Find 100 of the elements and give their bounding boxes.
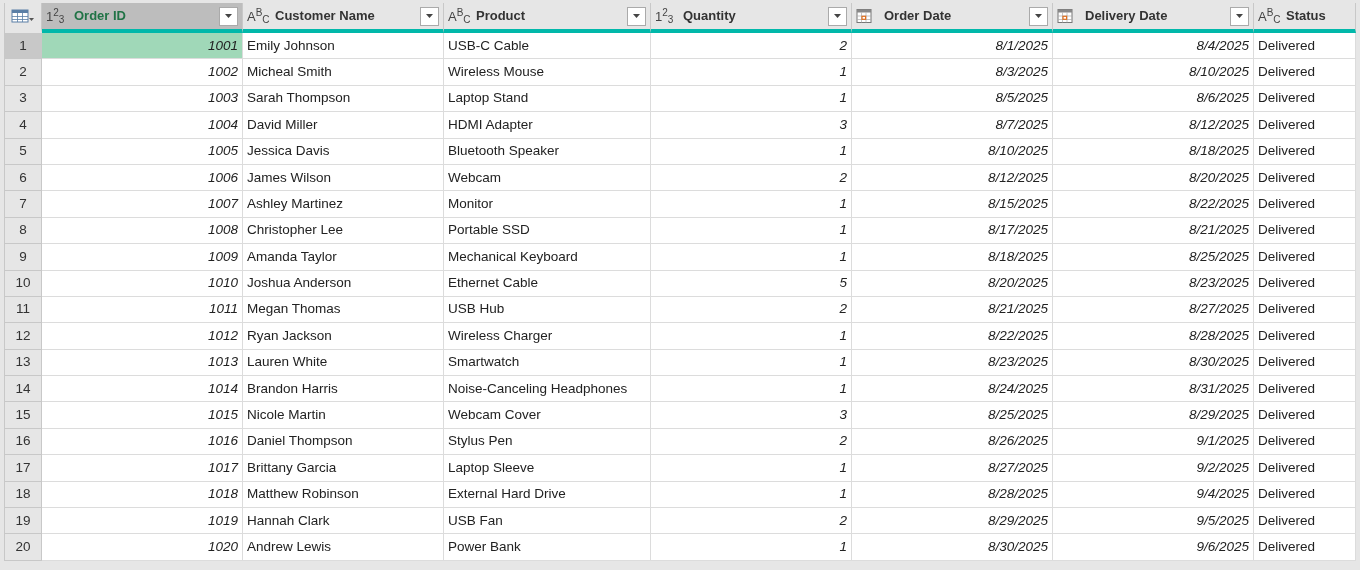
table-cell: Matthew Robinson [243,481,444,509]
table-cell: Portable SSD [444,217,651,245]
table-cell: 1010 [42,270,243,297]
table-cell: Delivered [1254,376,1356,403]
table-cell: 8/15/2025 [852,191,1053,218]
table-cell: Delivered [1254,270,1356,297]
column-header[interactable]: Delivery Date [1053,3,1254,33]
table-cell: James Wilson [243,164,444,192]
table-cell: 1017 [42,455,243,482]
table-cell: 8/30/2025 [852,534,1053,561]
table-cell: 8/6/2025 [1053,85,1254,113]
table-cell: 8/7/2025 [852,112,1053,139]
filter-dropdown[interactable] [627,6,646,26]
table-cell: Delivered [1254,481,1356,509]
table-cell: 5 [651,270,852,297]
table-cell: 2 [651,508,852,535]
column-header[interactable]: A$^{B}$$_{C}$ Product [444,3,651,33]
table-cell: 1005 [42,138,243,165]
table-cell: External Hard Drive [444,481,651,509]
table-cell: Delivered [1254,349,1356,377]
row-number: 18 [5,481,42,509]
table-cell: 8/23/2025 [1053,270,1254,297]
table-cell: Delivered [1254,59,1356,86]
table-cell: HDMI Adapter [444,112,651,139]
row-number: 13 [5,349,42,377]
table-cell: 1015 [42,402,243,429]
filter-dropdown[interactable] [1029,6,1048,26]
column-header[interactable]: A$^{B}$$_{C}$ Customer Name [243,3,444,33]
table-cell: Delivered [1254,455,1356,482]
table-cell: 8/22/2025 [852,323,1053,350]
table-cell: Webcam [444,164,651,192]
row-number: 8 [5,217,42,245]
table-cell: Delivered [1254,534,1356,561]
table-cell: Delivered [1254,244,1356,271]
table-cell: 8/3/2025 [852,59,1053,86]
table-cell: Delivered [1254,164,1356,192]
column-header[interactable]: A$^{B}$$_{C}$ Status [1254,3,1356,33]
row-number: 10 [5,270,42,297]
column-name: Delivery Date [1085,7,1169,26]
table-cell: Stylus Pen [444,428,651,456]
table-cell: 2 [651,33,852,60]
table-cell: Nicole Martin [243,402,444,429]
table-cell: Delivered [1254,138,1356,165]
table-cell: Amanda Taylor [243,244,444,271]
filter-dropdown[interactable] [1230,6,1249,26]
table-cell: 1 [651,191,852,218]
table-cell: 8/27/2025 [1053,296,1254,324]
caret-icon [225,14,232,18]
table-cell: 3 [651,402,852,429]
column-header[interactable]: 1$^{2}$$_{3}$ Quantity [651,3,852,33]
filter-dropdown[interactable] [219,6,238,26]
table-cell: 8/24/2025 [852,376,1053,403]
table-cell: 8/10/2025 [852,138,1053,165]
calendar-icon [1057,8,1073,24]
column-header[interactable]: Order Date [852,3,1053,33]
table-cell: Smartwatch [444,349,651,377]
filter-dropdown[interactable] [828,6,847,26]
table-cell: Power Bank [444,534,651,561]
table-cell: Emily Johnson [243,33,444,60]
table-cell: Andrew Lewis [243,534,444,561]
table-cell: 2 [651,296,852,324]
table-cell: Ashley Martinez [243,191,444,218]
table-cell: 1 [651,481,852,509]
table-cell: 1008 [42,217,243,245]
table-cell: 1001 [42,33,243,60]
table-cell: 8/12/2025 [852,164,1053,192]
row-number: 2 [5,59,42,86]
table-cell: 8/18/2025 [1053,138,1254,165]
table-cell: Delivered [1254,85,1356,113]
column-header[interactable]: 1$^{2}$$_{3}$ Order ID [42,3,243,33]
table-cell: 8/20/2025 [852,270,1053,297]
table-cell: Delivered [1254,191,1356,218]
table-cell: 8/25/2025 [852,402,1053,429]
row-number: 11 [5,296,42,324]
row-number: 5 [5,138,42,165]
table-cell: 1009 [42,244,243,271]
table-cell: 1013 [42,349,243,377]
table-cell: Delivered [1254,217,1356,245]
filter-dropdown[interactable] [420,6,439,26]
table-cell: 8/22/2025 [1053,191,1254,218]
caret-icon [1236,14,1243,18]
table-cell: 1 [651,59,852,86]
table-cell: 2 [651,428,852,456]
caret-icon [834,14,841,18]
row-number: 3 [5,85,42,113]
table-cell: 1 [651,244,852,271]
table-cell: 9/5/2025 [1053,508,1254,535]
table-cell: Hannah Clark [243,508,444,535]
table-cell: 8/4/2025 [1053,33,1254,60]
table-cell: Ryan Jackson [243,323,444,350]
table-cell: 1006 [42,164,243,192]
table-cell: Sarah Thompson [243,85,444,113]
table-cell: Lauren White [243,349,444,377]
column-name: Quantity [683,7,737,26]
table-cell: 9/2/2025 [1053,455,1254,482]
table-cell: 9/1/2025 [1053,428,1254,456]
table-menu-icon[interactable] [11,8,35,24]
table-cell: 8/28/2025 [1053,323,1254,350]
table-cell: Ethernet Cable [444,270,651,297]
table-cell: 8/25/2025 [1053,244,1254,271]
